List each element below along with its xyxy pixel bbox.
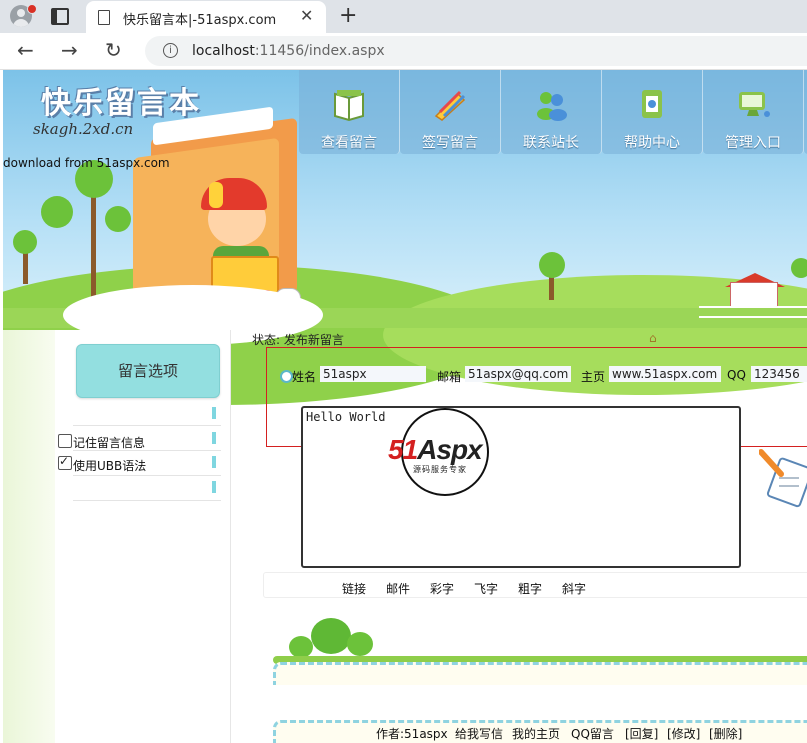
email-tool[interactable]: 邮件 <box>386 580 410 597</box>
nav-admin-entry[interactable]: 管理入口 <box>703 70 804 154</box>
qq-field[interactable]: 123456 <box>751 366 807 382</box>
row-marker <box>212 432 216 444</box>
watermark-black: Aspx <box>417 434 482 465</box>
url-input[interactable]: i localhost:11456/index.aspx <box>145 36 807 66</box>
new-tab-icon[interactable]: + <box>339 3 357 28</box>
help-icon <box>642 90 662 118</box>
home-icon[interactable]: ⌂ <box>649 331 657 345</box>
nav-view-messages[interactable]: 查看留言 <box>299 70 400 154</box>
author-label: 作者:51aspx <box>376 727 448 741</box>
name-field[interactable]: 51aspx <box>320 366 426 382</box>
watermark-logo: 51Aspx <box>388 434 483 466</box>
download-text: download from 51aspx.com <box>3 156 170 170</box>
banner: 快乐留言本 skagh.2xd.cn download from 51aspx.… <box>3 70 807 405</box>
bold-text-tool[interactable]: 粗字 <box>518 580 542 597</box>
remember-checkbox[interactable] <box>58 434 72 448</box>
row-marker <box>212 481 216 493</box>
pencil-icon <box>434 90 466 121</box>
name-label: 姓名 <box>292 370 317 384</box>
delete-link[interactable]: [删除] <box>709 725 742 742</box>
browser-tab[interactable]: 快乐留言本|-51aspx.com ✕ <box>86 1 326 33</box>
monitor-icon <box>739 92 770 117</box>
row-marker <box>212 456 216 468</box>
homepage-link[interactable]: 我的主页 <box>512 725 560 742</box>
watermark-red: 51 <box>388 434 418 465</box>
row-marker <box>212 407 216 419</box>
tab-bar: 快乐留言本|-51aspx.com ✕ + <box>0 0 807 33</box>
nav-label: 管理入口 <box>725 135 781 151</box>
watermark-subtitle: 源码服务专家 <box>413 465 467 474</box>
people-icon <box>537 92 567 121</box>
nav-contact-admin[interactable]: 联系站长 <box>501 70 602 154</box>
page-content: 快乐留言本 skagh.2xd.cn download from 51aspx.… <box>3 70 807 743</box>
divider <box>73 475 221 476</box>
reload-icon[interactable]: ↻ <box>105 38 122 62</box>
italic-text-tool[interactable]: 斜字 <box>562 580 586 597</box>
close-icon[interactable]: ✕ <box>300 6 313 25</box>
tab-title: 快乐留言本|-51aspx.com <box>123 13 277 28</box>
homepage-label: 主页 <box>581 370 606 384</box>
sidebar-decoration <box>3 330 55 743</box>
nav-label: 帮助中心 <box>624 135 680 151</box>
nav-label: 查看留言 <box>321 135 377 151</box>
edit-link[interactable]: [修改] <box>667 725 700 742</box>
qq-message-link[interactable]: QQ留言 <box>571 725 614 742</box>
address-bar: ← → ↻ i localhost:11456/index.aspx <box>0 33 807 70</box>
reply-link[interactable]: [回复] <box>625 725 658 742</box>
write-mail-link[interactable]: 给我写信 <box>455 725 503 742</box>
email-label: 邮箱 <box>437 370 462 384</box>
house-icon <box>730 282 778 308</box>
forward-icon[interactable]: → <box>61 38 78 62</box>
tab-actions-icon[interactable] <box>51 8 69 25</box>
book-icon <box>334 90 364 122</box>
homepage-field[interactable]: www.51aspx.com <box>609 366 721 382</box>
cap-band <box>209 182 223 208</box>
divider <box>73 425 221 426</box>
ubb-label: 使用UBB语法 <box>73 459 147 473</box>
divider <box>73 450 221 451</box>
nav-label: 联系站长 <box>523 135 579 151</box>
email-field[interactable]: 51aspx@qq.com <box>465 366 571 382</box>
fence-decoration <box>699 306 807 318</box>
qq-label: QQ <box>727 368 746 382</box>
nav-label: 签写留言 <box>422 135 478 151</box>
nav-write-message[interactable]: 签写留言 <box>400 70 501 154</box>
url-host: localhost <box>192 43 255 59</box>
link-tool[interactable]: 链接 <box>342 580 366 597</box>
message-textarea[interactable]: Hello World 51Aspx 源码服务专家 <box>301 406 741 568</box>
message-frame <box>273 662 807 685</box>
status-text: 状态: 发布新留言 <box>252 333 344 347</box>
nav-help-center[interactable]: 帮助中心 <box>602 70 703 154</box>
notification-dot <box>27 4 37 14</box>
ubb-checkbox[interactable] <box>58 454 72 470</box>
message-text: Hello World <box>306 410 386 424</box>
fly-text-tool[interactable]: 飞字 <box>474 580 498 597</box>
back-icon[interactable]: ← <box>17 38 34 62</box>
message-options-button[interactable]: 留言选项 <box>76 344 220 398</box>
remember-label: 记住留言信息 <box>73 436 146 450</box>
info-icon[interactable]: i <box>163 43 178 58</box>
page-icon <box>98 10 110 25</box>
site-logo: 快乐留言本 <box>41 86 201 121</box>
color-text-tool[interactable]: 彩字 <box>430 580 454 597</box>
divider <box>73 500 221 501</box>
notepad-pencil-icon <box>759 449 807 508</box>
url-path: :11456/index.aspx <box>254 43 385 59</box>
site-logo-subtitle: skagh.2xd.cn <box>33 120 134 138</box>
